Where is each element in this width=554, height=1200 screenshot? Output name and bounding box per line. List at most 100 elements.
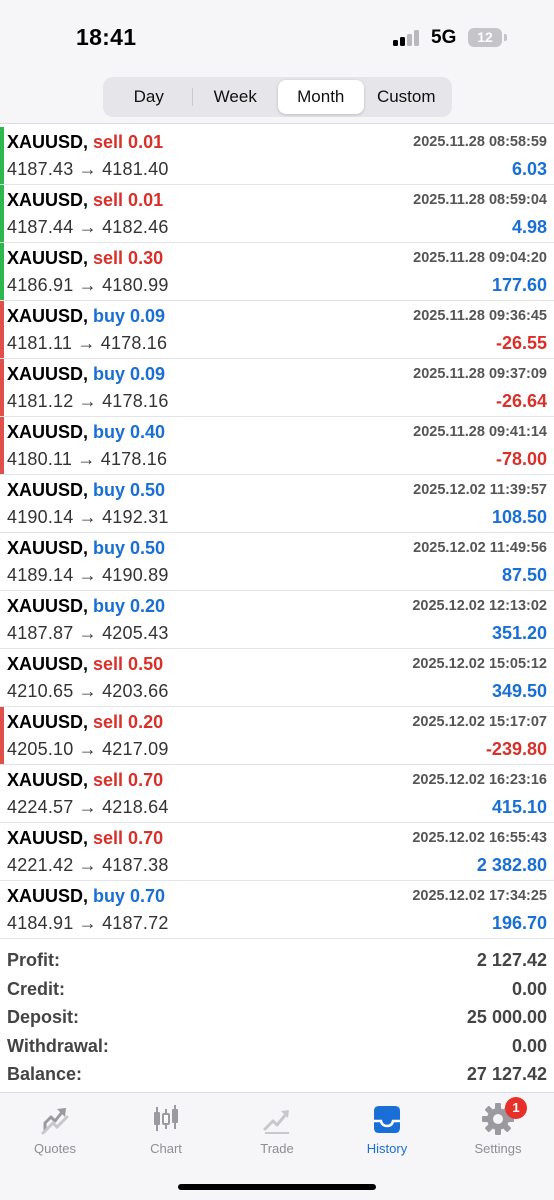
- deal-separator: ,: [83, 712, 94, 732]
- deal-separator: ,: [83, 596, 94, 616]
- deal-row[interactable]: XAUUSD, buy 0.50 4190.14 → 4192.31 2025.12…: [0, 475, 554, 533]
- deal-symbol: XAUUSD: [7, 422, 84, 442]
- deal-row[interactable]: XAUUSD, sell 0.70 4224.57 → 4218.64 2025.1…: [0, 765, 554, 823]
- settings-notification-badge: 1: [505, 1097, 527, 1119]
- tab-week[interactable]: Week: [193, 80, 279, 114]
- deal-type-volume: sell 0.01: [93, 132, 164, 152]
- deal-separator: ,: [83, 422, 94, 442]
- summary-value: 25 000.00: [466, 1007, 547, 1027]
- deal-row[interactable]: XAUUSD, buy 0.40 4180.11 → 4178.16 2025.11…: [0, 417, 554, 475]
- deal-row[interactable]: XAUUSD, sell 0.30 4186.91 → 4180.99 2025.1…: [0, 243, 554, 301]
- deal-symbol: XAUUSD: [7, 306, 84, 326]
- deal-title: XAUUSD, buy 0.70: [7, 886, 165, 907]
- deal-separator: ,: [83, 654, 94, 674]
- deal-row[interactable]: XAUUSD, sell 0.70 4221.42 → 4187.38 2025.1…: [0, 823, 554, 881]
- deal-date: 2025.11.28 09:37:09: [413, 366, 547, 382]
- network-type: 5G: [431, 27, 457, 48]
- deal-type-volume: sell 0.01: [93, 190, 164, 210]
- deal-title: XAUUSD, sell 0.50: [7, 654, 163, 675]
- deal-symbol: XAUUSD: [7, 886, 84, 906]
- deal-separator: ,: [83, 306, 94, 326]
- deal-row[interactable]: XAUUSD, buy 0.70 4184.91 → 4187.72 2025.12…: [0, 881, 554, 939]
- tab-settings[interactable]: 1 Settings: [443, 1097, 553, 1156]
- deals-list: XAUUSD, sell 0.01 4187.43 → 4181.40 2025.1…: [0, 127, 554, 939]
- tab-trade[interactable]: Trade: [222, 1101, 332, 1156]
- deal-type-volume: buy 0.40: [93, 422, 166, 442]
- deal-side-indicator: [0, 707, 4, 764]
- tab-custom[interactable]: Custom: [364, 80, 450, 114]
- deal-side-indicator: [0, 185, 4, 242]
- deal-side-indicator: [0, 127, 4, 184]
- tab-month[interactable]: Month: [278, 80, 364, 114]
- summary-label: Profit:: [7, 950, 60, 970]
- period-segmented-control: Day Week Month Custom: [103, 77, 452, 117]
- deal-side-indicator: [0, 591, 4, 648]
- deal-symbol: XAUUSD: [7, 538, 84, 558]
- deal-title: XAUUSD, sell 0.70: [7, 828, 163, 849]
- deal-prices: 4187.43 → 4181.40: [7, 159, 169, 179]
- deal-type-volume: buy 0.50: [93, 480, 166, 500]
- deal-row[interactable]: XAUUSD, buy 0.20 4187.87 → 4205.43 2025.12…: [0, 591, 554, 649]
- tab-quotes[interactable]: Quotes: [0, 1101, 110, 1156]
- deal-type-volume: buy 0.50: [93, 538, 166, 558]
- deal-title: XAUUSD, sell 0.30: [7, 248, 163, 269]
- deal-side-indicator: [0, 649, 4, 706]
- deal-separator: ,: [83, 190, 94, 210]
- summary-row: Profit: 2 127.42: [0, 948, 554, 977]
- deal-profit: 4.98: [511, 217, 547, 237]
- deal-date: 2025.12.02 16:55:43: [412, 830, 547, 846]
- summary-value: 0.00: [511, 1035, 547, 1056]
- chart-icon: [154, 1105, 178, 1131]
- deal-title: XAUUSD, buy 0.09: [7, 364, 165, 385]
- deal-type-volume: buy 0.20: [93, 596, 166, 616]
- summary-value: 2 127.42: [476, 950, 547, 970]
- deal-prices: 4187.44 → 4182.46: [7, 217, 169, 237]
- deal-row[interactable]: XAUUSD, sell 0.50 4210.65 → 4203.66 2025.1…: [0, 649, 554, 707]
- deal-symbol: XAUUSD: [7, 190, 84, 210]
- deal-prices: 4189.14 → 4190.89: [7, 565, 169, 585]
- status-time: 18:41: [76, 24, 137, 50]
- home-indicator: [178, 1184, 376, 1190]
- deal-prices: 4181.11 → 4178.16: [7, 333, 168, 353]
- deal-profit: 351.20: [491, 623, 547, 643]
- tab-day[interactable]: Day: [106, 80, 192, 114]
- deal-separator: ,: [83, 538, 94, 558]
- deal-separator: ,: [83, 364, 94, 384]
- deal-title: XAUUSD, sell 0.20: [7, 712, 163, 733]
- summary-label: Balance:: [7, 1064, 83, 1084]
- deal-side-indicator: [0, 417, 4, 474]
- deal-side-indicator: [0, 243, 4, 300]
- deal-date: 2025.11.28 09:36:45: [413, 308, 547, 324]
- deal-type-volume: sell 0.20: [93, 712, 164, 732]
- deal-profit: 415.10: [491, 797, 547, 817]
- battery-tip: [504, 34, 507, 41]
- deal-side-indicator: [0, 533, 4, 590]
- deal-row[interactable]: XAUUSD, sell 0.20 4205.10 → 4217.09 2025.1…: [0, 707, 554, 765]
- tab-history[interactable]: History: [332, 1101, 442, 1156]
- deal-side-indicator: [0, 359, 4, 416]
- deal-title: XAUUSD, buy 0.09: [7, 306, 165, 327]
- deal-row[interactable]: XAUUSD, buy 0.09 4181.11 → 4178.16 2025.11…: [0, 301, 554, 359]
- deal-profit: -239.80: [485, 739, 547, 759]
- period-filter-bar: Day Week Month Custom: [0, 74, 554, 124]
- deal-side-indicator: [0, 823, 4, 880]
- deal-symbol: XAUUSD: [7, 654, 84, 674]
- deal-row[interactable]: XAUUSD, buy 0.50 4189.14 → 4190.89 2025.12…: [0, 533, 554, 591]
- deal-profit: -26.64: [495, 391, 547, 411]
- deal-separator: ,: [83, 248, 94, 268]
- deal-title: XAUUSD, sell 0.01: [7, 190, 163, 211]
- deal-row[interactable]: XAUUSD, buy 0.09 4181.12 → 4178.16 2025.11…: [0, 359, 554, 417]
- deal-row[interactable]: XAUUSD, sell 0.01 4187.44 → 4182.46 2025.1…: [0, 185, 554, 243]
- deal-date: 2025.12.02 11:49:56: [413, 540, 547, 556]
- tab-chart[interactable]: Chart: [111, 1101, 221, 1156]
- deal-type-volume: buy 0.09: [93, 306, 166, 326]
- summary-row: Withdrawal: 0.00: [0, 1034, 554, 1063]
- deal-date: 2025.12.02 16:23:16: [412, 772, 547, 788]
- deal-profit: -78.00: [495, 449, 547, 469]
- cellular-signal-icon: [393, 30, 423, 46]
- deal-side-indicator: [0, 765, 4, 822]
- summary-label: Credit:: [7, 978, 65, 999]
- deal-profit: 349.50: [491, 681, 547, 701]
- deal-profit: 6.03: [511, 159, 547, 179]
- deal-row[interactable]: XAUUSD, sell 0.01 4187.43 → 4181.40 2025.1…: [0, 127, 554, 185]
